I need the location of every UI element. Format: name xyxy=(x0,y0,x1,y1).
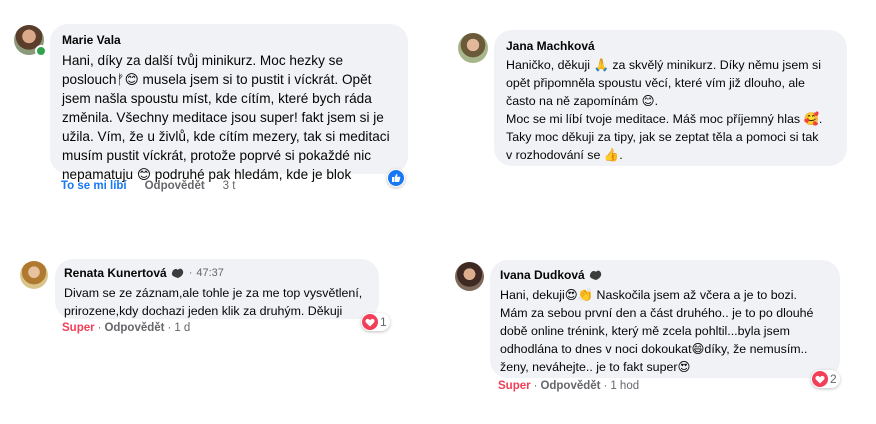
separator: · xyxy=(603,380,608,392)
comment-author[interactable]: Marie Vala xyxy=(62,32,396,48)
reply-button[interactable]: Odpovědět xyxy=(540,380,600,392)
online-status-icon xyxy=(35,45,47,57)
reaction-number: 1 xyxy=(380,315,387,329)
like-icon xyxy=(388,170,404,186)
separator: · xyxy=(533,380,538,392)
comment-text: Haničko, děkuji 🙏 za skvělý minikurz. Dí… xyxy=(506,58,823,162)
like-button[interactable]: To se mi líbí xyxy=(61,180,127,192)
separator: · xyxy=(97,322,102,334)
comment-bubble: Renata Kunertová · 47:37 Divam se ze záz… xyxy=(55,259,379,319)
reaction-number: 2 xyxy=(830,372,837,386)
comment-bubble: Marie Vala Hani, díky za další tvůj mini… xyxy=(50,24,408,182)
comment-time[interactable]: 3 t xyxy=(223,180,236,192)
comment-author-row: Ivana Dudková xyxy=(500,267,830,283)
reply-button[interactable]: Odpovědět xyxy=(145,180,205,192)
avatar[interactable] xyxy=(20,261,48,289)
video-timestamp[interactable]: 47:37 xyxy=(196,265,224,281)
comment-author-row: Renata Kunertová · 47:37 xyxy=(64,265,370,281)
comment-author[interactable]: Ivana Dudková xyxy=(500,267,585,283)
comment-actions: To se mi líbí Odpovědět 3 t xyxy=(61,180,235,192)
comment-actions: Super · Odpovědět · 1 hod xyxy=(498,380,639,392)
super-button[interactable]: Super xyxy=(62,322,95,334)
comment-time[interactable]: 1 d xyxy=(174,322,190,334)
heart-icon xyxy=(362,314,378,330)
avatar[interactable] xyxy=(458,33,488,63)
comment-bubble: Jana Machková Haničko, děkuji 🙏 za skvěl… xyxy=(494,30,847,166)
comment-bubble: Ivana Dudková Hani, dekuji😍👏 Naskočila j… xyxy=(490,260,840,378)
comment-time[interactable]: 1 hod xyxy=(610,380,639,392)
reply-button[interactable]: Odpovědět xyxy=(104,322,164,334)
reaction-count[interactable]: 1 xyxy=(361,313,390,331)
comment-author[interactable]: Renata Kunertová xyxy=(64,265,167,281)
comment-text: Divam se ze záznam,ale tohle je za me to… xyxy=(64,286,363,318)
top-fan-badge-icon xyxy=(589,269,603,281)
super-button[interactable]: Super xyxy=(498,380,531,392)
comment-text: Hani, dekuji😍👏 Naskočila jsem až včera a… xyxy=(500,288,814,374)
comment-actions: Super · Odpovědět · 1 d xyxy=(62,322,190,334)
reaction-count[interactable] xyxy=(387,169,405,187)
comment-author[interactable]: Jana Machková xyxy=(506,38,835,54)
reaction-count[interactable]: 2 xyxy=(811,370,840,388)
comment-text: Hani, díky za další tvůj minikurz. Moc h… xyxy=(62,53,390,182)
avatar[interactable] xyxy=(455,262,484,291)
separator: · xyxy=(167,322,172,334)
separator: · xyxy=(188,267,193,279)
heart-icon xyxy=(812,371,828,387)
top-fan-badge-icon xyxy=(171,267,185,279)
